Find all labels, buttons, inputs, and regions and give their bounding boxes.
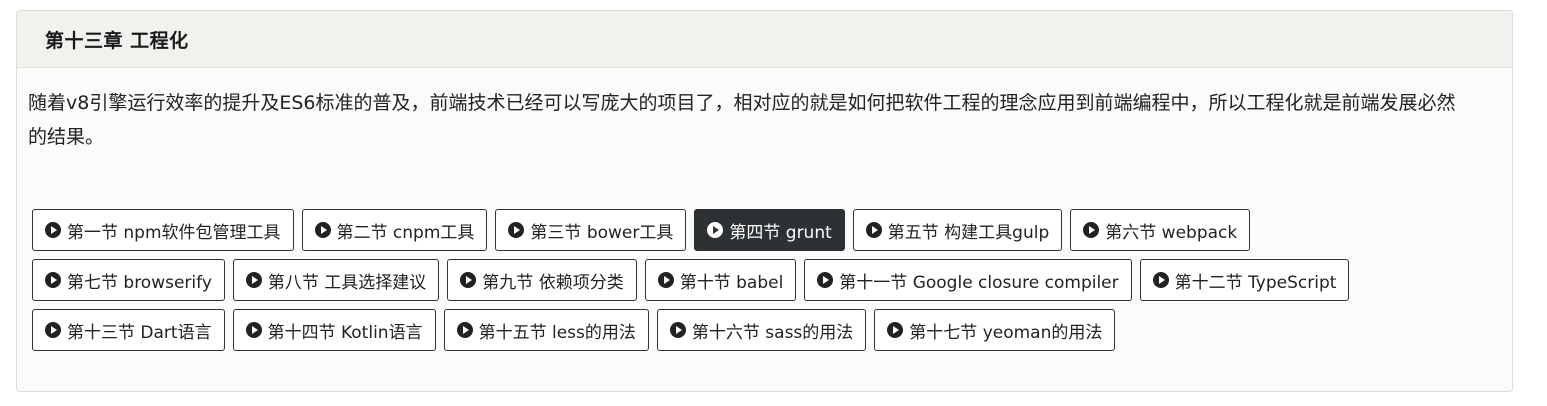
section-button-8[interactable]: 第八节 工具选择建议 xyxy=(232,259,440,301)
play-circle-icon xyxy=(1152,272,1169,288)
play-circle-icon xyxy=(456,322,473,338)
section-button-9[interactable]: 第九节 依赖项分类 xyxy=(447,259,637,301)
play-circle-icon xyxy=(460,272,477,288)
section-label: 第十七节 yeoman的用法 xyxy=(909,322,1103,343)
chapter-title: 第十三章 工程化 xyxy=(45,29,189,52)
section-button-15[interactable]: 第十五节 less的用法 xyxy=(443,309,649,351)
section-label: 第四节 grunt xyxy=(729,222,832,243)
section-button-7[interactable]: 第七节 browserify xyxy=(32,259,225,301)
section-button-6[interactable]: 第六节 webpack xyxy=(1070,209,1251,251)
section-button-13[interactable]: 第十三节 Dart语言 xyxy=(32,309,225,351)
section-label: 第八节 工具选择建议 xyxy=(267,272,427,293)
section-label: 第十三节 Dart语言 xyxy=(67,322,212,343)
section-button-10[interactable]: 第十节 babel xyxy=(644,259,797,301)
section-label: 第十二节 TypeScript xyxy=(1174,272,1337,293)
section-row-2: 第七节 browserify 第八节 工具选择建议 第九节 依赖项分类 第十节 … xyxy=(32,259,1350,301)
play-circle-icon xyxy=(245,272,262,288)
play-circle-icon xyxy=(245,322,262,338)
section-button-1[interactable]: 第一节 npm软件包管理工具 xyxy=(32,209,294,251)
section-label: 第五节 构建工具gulp xyxy=(887,222,1050,243)
section-button-3[interactable]: 第三节 bower工具 xyxy=(495,209,687,251)
section-label: 第二节 cnpm工具 xyxy=(336,222,475,243)
play-circle-icon xyxy=(669,322,686,338)
play-circle-icon xyxy=(1083,222,1100,238)
play-circle-icon xyxy=(508,222,525,238)
section-label: 第十五节 less的用法 xyxy=(478,322,636,343)
play-circle-icon xyxy=(45,222,61,238)
section-button-16[interactable]: 第十六节 sass的用法 xyxy=(656,309,867,351)
section-button-12[interactable]: 第十二节 TypeScript xyxy=(1139,259,1350,301)
section-label: 第七节 browserify xyxy=(67,272,212,293)
chapter-header: 第十三章 工程化 xyxy=(17,11,1512,68)
section-label: 第十节 babel xyxy=(679,272,784,293)
play-circle-icon xyxy=(817,272,834,288)
play-circle-icon xyxy=(314,222,331,238)
section-button-11[interactable]: 第十一节 Google closure compiler xyxy=(804,259,1132,301)
section-label: 第三节 bower工具 xyxy=(530,222,674,243)
play-circle-icon xyxy=(657,272,674,288)
section-label: 第一节 npm软件包管理工具 xyxy=(67,222,281,243)
section-label: 第十四节 Kotlin语言 xyxy=(267,322,423,343)
play-circle-icon xyxy=(45,272,61,288)
section-button-2[interactable]: 第二节 cnpm工具 xyxy=(301,209,488,251)
section-label: 第十一节 Google closure compiler xyxy=(839,272,1119,293)
section-button-14[interactable]: 第十四节 Kotlin语言 xyxy=(232,309,436,351)
chapter-description: 随着v8引擎运行效率的提升及ES6标准的普及，前端技术已经可以写庞大的项目了，相… xyxy=(28,92,1456,148)
section-button-4-active[interactable]: 第四节 grunt xyxy=(694,209,845,251)
section-button-17[interactable]: 第十七节 yeoman的用法 xyxy=(874,309,1116,351)
section-label: 第十六节 sass的用法 xyxy=(691,322,854,343)
play-circle-icon xyxy=(707,222,724,238)
section-row-3: 第十三节 Dart语言 第十四节 Kotlin语言 第十五节 less的用法 第… xyxy=(32,309,1116,351)
section-button-5[interactable]: 第五节 构建工具gulp xyxy=(852,209,1063,251)
section-label: 第六节 webpack xyxy=(1105,222,1238,243)
play-circle-icon xyxy=(45,322,61,338)
section-label: 第九节 依赖项分类 xyxy=(482,272,624,293)
section-row-1: 第一节 npm软件包管理工具 第二节 cnpm工具 第三节 bower工具 第四… xyxy=(32,209,1251,251)
play-circle-icon xyxy=(887,322,904,338)
play-circle-icon xyxy=(865,222,882,238)
